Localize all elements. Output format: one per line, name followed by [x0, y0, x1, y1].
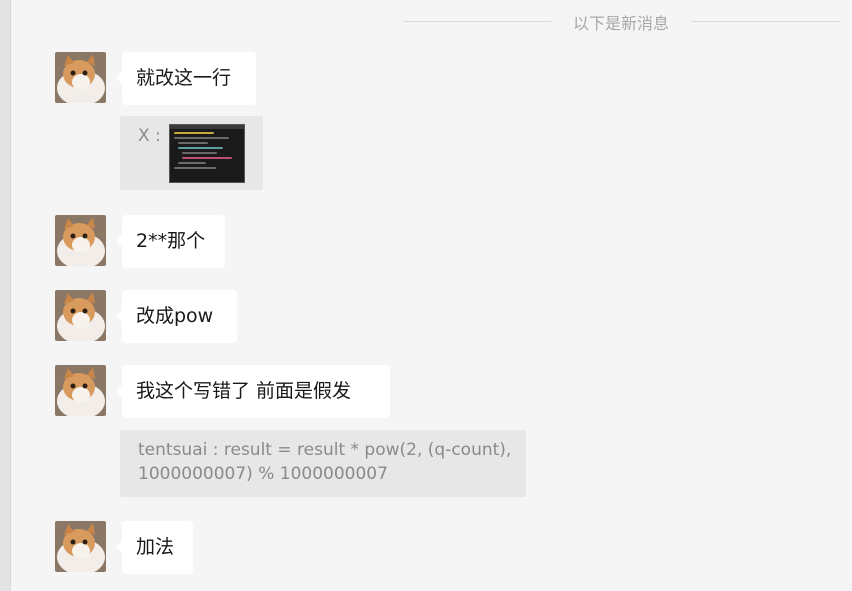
code-screenshot-icon[interactable]: [169, 124, 245, 183]
quoted-message[interactable]: tentsuai : result = result * pow(2, (q-c…: [120, 430, 526, 497]
cat-avatar-icon[interactable]: [55, 521, 106, 572]
message-bubble[interactable]: 加法: [116, 521, 193, 574]
message-bubble[interactable]: 就改这一行: [116, 52, 256, 105]
divider-line-right: [691, 21, 840, 22]
message-bubble[interactable]: 改成pow: [116, 290, 237, 343]
cat-avatar-icon[interactable]: [55, 215, 106, 266]
cat-avatar-icon[interactable]: [55, 290, 106, 341]
quoted-message[interactable]: X :: [120, 116, 263, 190]
new-messages-label: 以下是新消息: [572, 14, 669, 33]
window-left-edge: [0, 0, 11, 591]
message-bubble[interactable]: 我这个写错了 前面是假发: [116, 365, 390, 418]
new-messages-divider: 以下是新消息: [403, 8, 840, 33]
cat-avatar-icon[interactable]: [55, 365, 106, 416]
divider-line-left: [403, 21, 551, 22]
quote-sender: X :: [138, 126, 161, 146]
quote-text: tentsuai : result = result * pow(2, (q-c…: [138, 440, 512, 484]
cat-avatar-icon[interactable]: [55, 52, 106, 103]
message-bubble[interactable]: 2**那个: [116, 215, 225, 268]
